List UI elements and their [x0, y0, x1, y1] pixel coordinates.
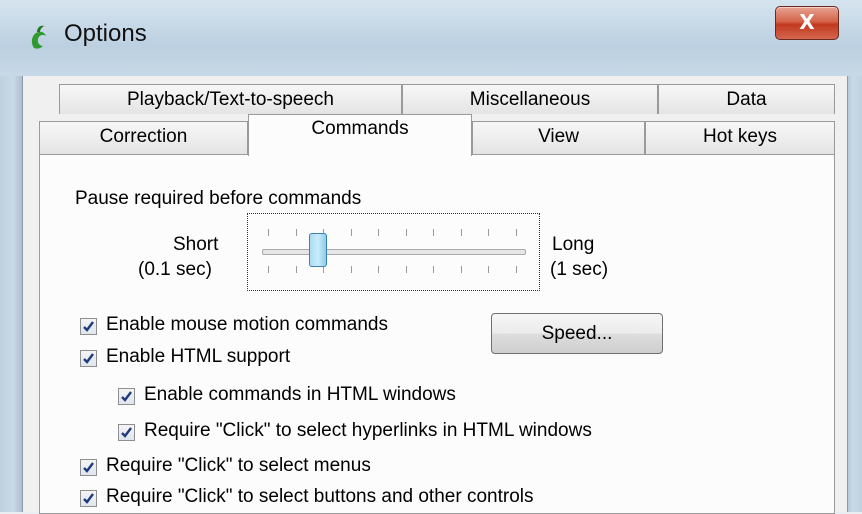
speed-button[interactable]: Speed...: [491, 313, 663, 354]
checkbox[interactable]: [80, 490, 97, 507]
slider-tick: [433, 266, 434, 273]
tab-miscellaneous[interactable]: Miscellaneous: [402, 84, 658, 114]
slider-min-label: Short: [173, 234, 219, 255]
slider-tick: [378, 266, 379, 273]
slider-tick: [378, 229, 379, 236]
checkbox[interactable]: [80, 350, 97, 367]
checkbox[interactable]: [118, 424, 135, 441]
slider-tick: [268, 229, 269, 236]
speed-button-label: Speed...: [541, 323, 613, 344]
window-frame-right: [846, 76, 862, 512]
tab-commands[interactable]: Commands: [248, 114, 472, 156]
tab-label: View: [538, 126, 579, 147]
dragon-icon: [31, 25, 46, 49]
slider-tick: [461, 266, 462, 273]
tab-label: Miscellaneous: [469, 89, 591, 110]
slider-tick: [351, 266, 352, 273]
tab-label: Playback/Text-to-speech: [127, 89, 334, 110]
option-label: Enable mouse motion commands: [106, 314, 388, 335]
option-label: Require "Click" to select hyperlinks in …: [144, 420, 592, 441]
checkbox[interactable]: [80, 318, 97, 335]
check-icon: [83, 353, 94, 364]
tab-label: Hot keys: [703, 126, 777, 147]
slider-track[interactable]: [262, 249, 526, 255]
option-label: Require "Click" to select buttons and ot…: [106, 486, 534, 507]
tab-view[interactable]: View: [472, 121, 645, 154]
slider-tick: [406, 229, 407, 236]
slider-max-value: (1 sec): [550, 259, 609, 280]
check-icon: [83, 321, 94, 332]
slider-tick: [433, 229, 434, 236]
slider-tick: [516, 229, 517, 236]
slider-thumb[interactable]: [309, 233, 327, 267]
slider-tick: [296, 229, 297, 236]
slider-tick: [351, 229, 352, 236]
tab-data[interactable]: Data: [658, 84, 835, 114]
slider-tick: [488, 229, 489, 236]
slider-tick: [488, 266, 489, 273]
checkbox[interactable]: [118, 388, 135, 405]
tab-correction[interactable]: Correction: [39, 121, 248, 154]
slider-tick: [323, 266, 324, 273]
slider-tick: [516, 266, 517, 273]
option-label: Enable commands in HTML windows: [144, 384, 456, 405]
window-title: Options: [64, 20, 147, 47]
slider-tick: [461, 229, 462, 236]
check-icon: [83, 493, 94, 504]
checkbox[interactable]: [80, 459, 97, 476]
option-label: Require "Click" to select menus: [106, 455, 371, 476]
tab-label: Data: [726, 89, 767, 110]
slider-max-label: Long: [552, 234, 595, 255]
slider-tick: [406, 266, 407, 273]
slider-min-value: (0.1 sec): [138, 259, 212, 280]
slider-tick: [268, 266, 269, 273]
tab-label: Correction: [99, 126, 188, 147]
tab-playback[interactable]: Playback/Text-to-speech: [59, 84, 402, 114]
tab-label: Commands: [311, 118, 409, 139]
check-icon: [83, 462, 94, 473]
option-label: Enable HTML support: [106, 346, 291, 367]
window-frame-left: [0, 76, 22, 512]
check-icon: [121, 427, 132, 438]
slider-tick: [296, 266, 297, 273]
check-icon: [121, 391, 132, 402]
close-button[interactable]: X: [775, 6, 839, 40]
pause-label: Pause required before commands: [75, 188, 362, 209]
tab-hot-keys[interactable]: Hot keys: [645, 121, 835, 154]
